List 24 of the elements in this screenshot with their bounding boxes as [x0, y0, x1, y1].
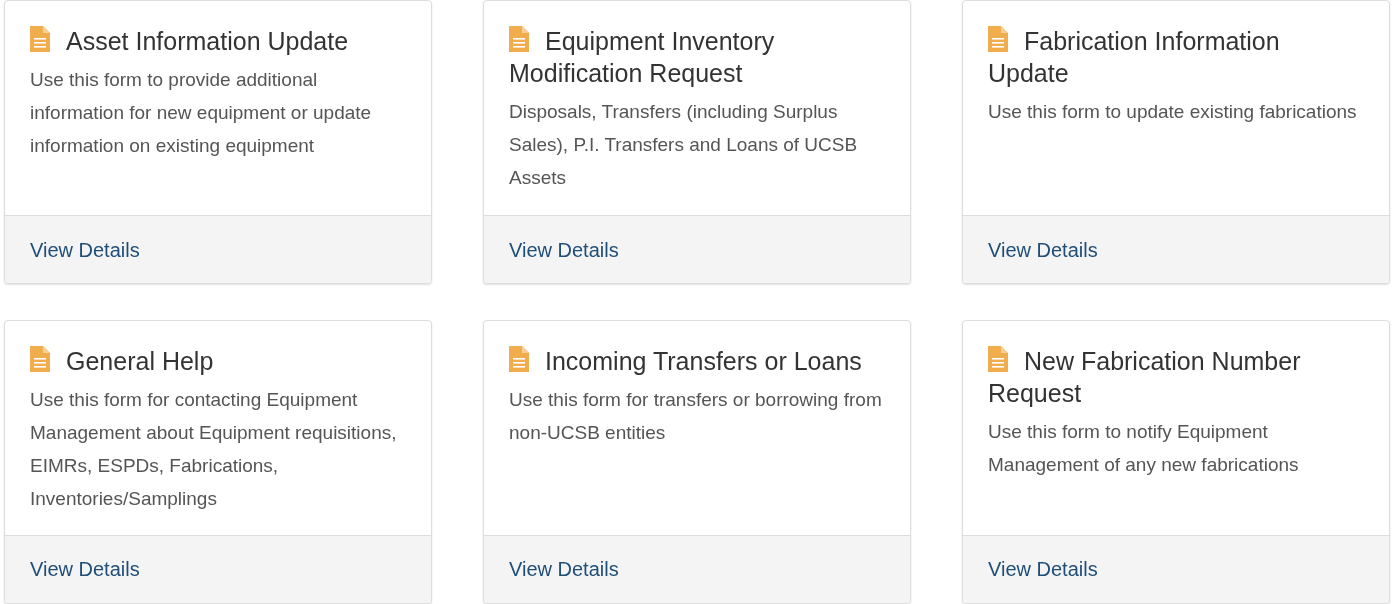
card-title: Fabrication Information Update: [988, 25, 1281, 89]
card-title: General Help: [30, 344, 406, 377]
document-icon: [509, 344, 529, 373]
view-details-link[interactable]: View Details: [30, 554, 140, 584]
card-description: Use this form to notify Equipment Management of any new fabrications: [988, 419, 1300, 477]
document-icon: [988, 25, 1008, 53]
card-description: Use this form to update existing fabrications: [988, 100, 1358, 124]
document-icon: [30, 25, 50, 53]
card-title: New Fabrication Number Request: [988, 344, 1302, 409]
card-description: Disposals, Transfers (including Surplus Sales), P.I. Transfers and Loans of UCSB Assets: [509, 100, 859, 190]
card-title: Asset Information Update: [30, 25, 406, 57]
card-description: Use this form for contacting Equipment Management about Equipment requisitions, EIMRs, ESPDs, Fabrications, Inventories/Samplings: [30, 387, 398, 511]
card-description: Use this form to provide additional information for new equipment or update information on existing equipment: [30, 68, 373, 158]
card-description: Use this form for transfers or borrowing from non-UCSB entities: [509, 387, 883, 445]
document-icon: [988, 344, 1008, 373]
card-title: Equipment Inventory Modification Request: [509, 25, 776, 89]
document-icon: [30, 344, 50, 373]
view-details-link[interactable]: View Details: [988, 234, 1098, 265]
card-title: Incoming Transfers or Loans: [509, 344, 885, 377]
view-details-link[interactable]: View Details: [509, 554, 619, 584]
view-details-link[interactable]: View Details: [509, 234, 619, 265]
document-icon: [509, 25, 529, 53]
view-details-link[interactable]: View Details: [988, 554, 1098, 584]
view-details-link[interactable]: View Details: [30, 234, 140, 265]
